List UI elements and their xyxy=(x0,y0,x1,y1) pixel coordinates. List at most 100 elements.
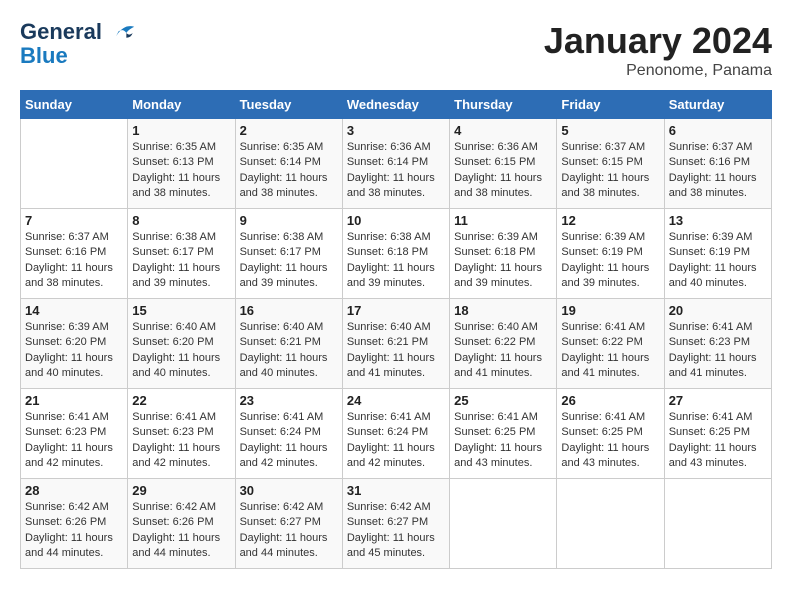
sunrise-text: Sunrise: 6:38 AM xyxy=(132,231,216,243)
sunset-text: Sunset: 6:20 PM xyxy=(25,336,106,348)
sunrise-text: Sunrise: 6:41 AM xyxy=(561,411,645,423)
day-info: Sunrise: 6:39 AM Sunset: 6:19 PM Dayligh… xyxy=(669,230,767,292)
logo-text-line2: Blue xyxy=(20,44,138,68)
day-info: Sunrise: 6:37 AM Sunset: 6:15 PM Dayligh… xyxy=(561,140,659,202)
sunset-text: Sunset: 6:25 PM xyxy=(561,426,642,438)
day-info: Sunrise: 6:36 AM Sunset: 6:14 PM Dayligh… xyxy=(347,140,445,202)
calendar-cell: 24 Sunrise: 6:41 AM Sunset: 6:24 PM Dayl… xyxy=(342,389,449,479)
day-info: Sunrise: 6:41 AM Sunset: 6:25 PM Dayligh… xyxy=(454,410,552,472)
calendar-cell xyxy=(450,479,557,569)
calendar-cell: 8 Sunrise: 6:38 AM Sunset: 6:17 PM Dayli… xyxy=(128,209,235,299)
sunset-text: Sunset: 6:18 PM xyxy=(454,246,535,258)
daylight-text: Daylight: 11 hours and 44 minutes. xyxy=(25,532,113,559)
day-info: Sunrise: 6:39 AM Sunset: 6:19 PM Dayligh… xyxy=(561,230,659,292)
day-info: Sunrise: 6:37 AM Sunset: 6:16 PM Dayligh… xyxy=(25,230,123,292)
day-info: Sunrise: 6:39 AM Sunset: 6:18 PM Dayligh… xyxy=(454,230,552,292)
day-info: Sunrise: 6:40 AM Sunset: 6:20 PM Dayligh… xyxy=(132,320,230,382)
day-number: 8 xyxy=(132,213,230,228)
day-number: 21 xyxy=(25,393,123,408)
calendar-cell: 16 Sunrise: 6:40 AM Sunset: 6:21 PM Dayl… xyxy=(235,299,342,389)
daylight-text: Daylight: 11 hours and 41 minutes. xyxy=(561,352,649,379)
calendar-week-row: 28 Sunrise: 6:42 AM Sunset: 6:26 PM Dayl… xyxy=(21,479,772,569)
daylight-text: Daylight: 11 hours and 43 minutes. xyxy=(561,442,649,469)
day-info: Sunrise: 6:41 AM Sunset: 6:23 PM Dayligh… xyxy=(669,320,767,382)
calendar-cell: 25 Sunrise: 6:41 AM Sunset: 6:25 PM Dayl… xyxy=(450,389,557,479)
sunrise-text: Sunrise: 6:41 AM xyxy=(669,411,753,423)
day-info: Sunrise: 6:40 AM Sunset: 6:21 PM Dayligh… xyxy=(240,320,338,382)
day-number: 29 xyxy=(132,483,230,498)
day-number: 31 xyxy=(347,483,445,498)
daylight-text: Daylight: 11 hours and 45 minutes. xyxy=(347,532,435,559)
sunrise-text: Sunrise: 6:35 AM xyxy=(240,141,324,153)
sunset-text: Sunset: 6:26 PM xyxy=(132,516,213,528)
weekday-header-sunday: Sunday xyxy=(21,91,128,119)
sunrise-text: Sunrise: 6:41 AM xyxy=(132,411,216,423)
day-info: Sunrise: 6:41 AM Sunset: 6:25 PM Dayligh… xyxy=(561,410,659,472)
day-number: 13 xyxy=(669,213,767,228)
calendar-cell: 7 Sunrise: 6:37 AM Sunset: 6:16 PM Dayli… xyxy=(21,209,128,299)
day-number: 17 xyxy=(347,303,445,318)
sunrise-text: Sunrise: 6:37 AM xyxy=(25,231,109,243)
sunrise-text: Sunrise: 6:41 AM xyxy=(454,411,538,423)
calendar-cell: 21 Sunrise: 6:41 AM Sunset: 6:23 PM Dayl… xyxy=(21,389,128,479)
sunset-text: Sunset: 6:22 PM xyxy=(454,336,535,348)
page-header: General Blue January 2024 Penonome, Pana… xyxy=(20,20,772,80)
sunset-text: Sunset: 6:23 PM xyxy=(669,336,750,348)
daylight-text: Daylight: 11 hours and 38 minutes. xyxy=(132,172,220,199)
calendar-cell: 10 Sunrise: 6:38 AM Sunset: 6:18 PM Dayl… xyxy=(342,209,449,299)
sunset-text: Sunset: 6:23 PM xyxy=(25,426,106,438)
calendar-cell: 29 Sunrise: 6:42 AM Sunset: 6:26 PM Dayl… xyxy=(128,479,235,569)
calendar-cell: 22 Sunrise: 6:41 AM Sunset: 6:23 PM Dayl… xyxy=(128,389,235,479)
daylight-text: Daylight: 11 hours and 39 minutes. xyxy=(561,262,649,289)
day-info: Sunrise: 6:35 AM Sunset: 6:13 PM Dayligh… xyxy=(132,140,230,202)
calendar-cell xyxy=(664,479,771,569)
calendar-week-row: 14 Sunrise: 6:39 AM Sunset: 6:20 PM Dayl… xyxy=(21,299,772,389)
day-info: Sunrise: 6:38 AM Sunset: 6:17 PM Dayligh… xyxy=(132,230,230,292)
day-number: 10 xyxy=(347,213,445,228)
daylight-text: Daylight: 11 hours and 38 minutes. xyxy=(669,172,757,199)
calendar-cell: 1 Sunrise: 6:35 AM Sunset: 6:13 PM Dayli… xyxy=(128,119,235,209)
daylight-text: Daylight: 11 hours and 39 minutes. xyxy=(347,262,435,289)
sunrise-text: Sunrise: 6:39 AM xyxy=(25,321,109,333)
sunrise-text: Sunrise: 6:39 AM xyxy=(561,231,645,243)
sunrise-text: Sunrise: 6:39 AM xyxy=(669,231,753,243)
sunrise-text: Sunrise: 6:38 AM xyxy=(347,231,431,243)
day-number: 9 xyxy=(240,213,338,228)
calendar-week-row: 1 Sunrise: 6:35 AM Sunset: 6:13 PM Dayli… xyxy=(21,119,772,209)
calendar-cell: 15 Sunrise: 6:40 AM Sunset: 6:20 PM Dayl… xyxy=(128,299,235,389)
sunrise-text: Sunrise: 6:42 AM xyxy=(25,501,109,513)
sunset-text: Sunset: 6:23 PM xyxy=(132,426,213,438)
logo-bird-icon xyxy=(110,22,138,44)
day-number: 1 xyxy=(132,123,230,138)
sunrise-text: Sunrise: 6:42 AM xyxy=(132,501,216,513)
day-info: Sunrise: 6:41 AM Sunset: 6:24 PM Dayligh… xyxy=(240,410,338,472)
calendar-cell: 2 Sunrise: 6:35 AM Sunset: 6:14 PM Dayli… xyxy=(235,119,342,209)
sunset-text: Sunset: 6:27 PM xyxy=(240,516,321,528)
day-info: Sunrise: 6:36 AM Sunset: 6:15 PM Dayligh… xyxy=(454,140,552,202)
day-number: 19 xyxy=(561,303,659,318)
calendar-cell: 30 Sunrise: 6:42 AM Sunset: 6:27 PM Dayl… xyxy=(235,479,342,569)
day-number: 6 xyxy=(669,123,767,138)
day-number: 26 xyxy=(561,393,659,408)
sunrise-text: Sunrise: 6:40 AM xyxy=(454,321,538,333)
sunrise-text: Sunrise: 6:40 AM xyxy=(240,321,324,333)
sunset-text: Sunset: 6:17 PM xyxy=(240,246,321,258)
day-info: Sunrise: 6:38 AM Sunset: 6:18 PM Dayligh… xyxy=(347,230,445,292)
day-info: Sunrise: 6:41 AM Sunset: 6:23 PM Dayligh… xyxy=(132,410,230,472)
sunset-text: Sunset: 6:26 PM xyxy=(25,516,106,528)
daylight-text: Daylight: 11 hours and 42 minutes. xyxy=(240,442,328,469)
daylight-text: Daylight: 11 hours and 44 minutes. xyxy=(132,532,220,559)
calendar-table: SundayMondayTuesdayWednesdayThursdayFrid… xyxy=(20,90,772,569)
calendar-cell: 20 Sunrise: 6:41 AM Sunset: 6:23 PM Dayl… xyxy=(664,299,771,389)
sunrise-text: Sunrise: 6:40 AM xyxy=(347,321,431,333)
sunrise-text: Sunrise: 6:41 AM xyxy=(240,411,324,423)
sunset-text: Sunset: 6:19 PM xyxy=(561,246,642,258)
daylight-text: Daylight: 11 hours and 40 minutes. xyxy=(240,352,328,379)
calendar-cell: 19 Sunrise: 6:41 AM Sunset: 6:22 PM Dayl… xyxy=(557,299,664,389)
sunset-text: Sunset: 6:19 PM xyxy=(669,246,750,258)
daylight-text: Daylight: 11 hours and 41 minutes. xyxy=(454,352,542,379)
sunrise-text: Sunrise: 6:41 AM xyxy=(25,411,109,423)
day-info: Sunrise: 6:40 AM Sunset: 6:21 PM Dayligh… xyxy=(347,320,445,382)
daylight-text: Daylight: 11 hours and 38 minutes. xyxy=(240,172,328,199)
day-info: Sunrise: 6:42 AM Sunset: 6:27 PM Dayligh… xyxy=(347,500,445,562)
